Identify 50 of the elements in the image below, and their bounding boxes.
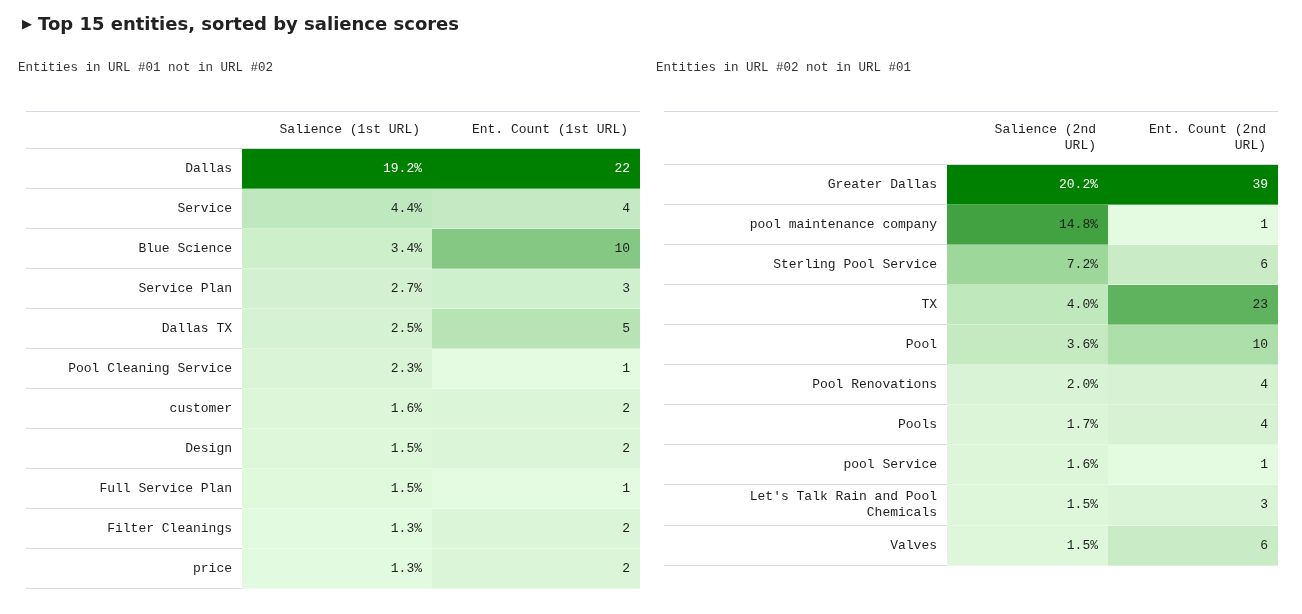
count-cell: 3 [432,268,640,309]
salience-cell: 14.8% [947,204,1108,245]
count-cell: 23 [1108,284,1278,325]
salience-cell: 19.2% [242,148,432,189]
disclosure-triangle[interactable]: ▶ [22,15,32,31]
count-cell: 10 [1108,324,1278,365]
count-cell: 2 [432,548,640,589]
salience-cell: 2.3% [242,348,432,389]
count-cell: 2 [432,508,640,549]
count-cell: 10 [432,228,640,269]
table-caption: Entities in URL #01 not in URL #02 [18,61,275,77]
count-cell: 2 [432,388,640,429]
salience-cell: 1.6% [242,388,432,429]
count-cell: 39 [1108,164,1278,205]
count-cell: 5 [432,308,640,349]
column-header: Ent. Count (1st URL) [432,111,640,149]
count-cell: 2 [432,428,640,469]
column-header: Salience (2nd URL) [947,111,1108,165]
count-cell: 1 [432,468,640,509]
salience-cell: 1.5% [242,428,432,469]
salience-cell: 1.3% [242,508,432,549]
count-cell: 6 [1108,244,1278,285]
count-cell: 3 [1108,484,1278,526]
count-cell: 1 [432,348,640,389]
salience-cell: 1.3% [242,548,432,589]
count-cell: 4 [1108,404,1278,445]
salience-cell: 1.5% [947,525,1108,566]
count-cell: 4 [1108,364,1278,405]
count-cell: 6 [1108,525,1278,566]
salience-cell: 3.6% [947,324,1108,365]
salience-cell: 1.5% [242,468,432,509]
salience-cell: 7.2% [947,244,1108,285]
column-header: Ent. Count (2nd URL) [1108,111,1278,165]
table-caption: Entities in URL #02 not in URL #01 [656,61,913,77]
salience-cell: 2.7% [242,268,432,309]
salience-cell: 3.4% [242,228,432,269]
count-cell: 4 [432,188,640,229]
count-cell: 1 [1108,204,1278,245]
salience-cell: 1.7% [947,404,1108,445]
salience-cell: 1.5% [947,484,1108,526]
salience-cell: 4.0% [947,284,1108,325]
salience-cell: 20.2% [947,164,1108,205]
section-title: Top 15 entities, sorted by salience scores [38,12,460,34]
count-cell: 22 [432,148,640,189]
column-header: Salience (1st URL) [242,111,432,149]
salience-cell: 1.6% [947,444,1108,485]
count-cell: 1 [1108,444,1278,485]
salience-cell: 2.5% [242,308,432,349]
salience-cell: 4.4% [242,188,432,229]
salience-cell: 2.0% [947,364,1108,405]
